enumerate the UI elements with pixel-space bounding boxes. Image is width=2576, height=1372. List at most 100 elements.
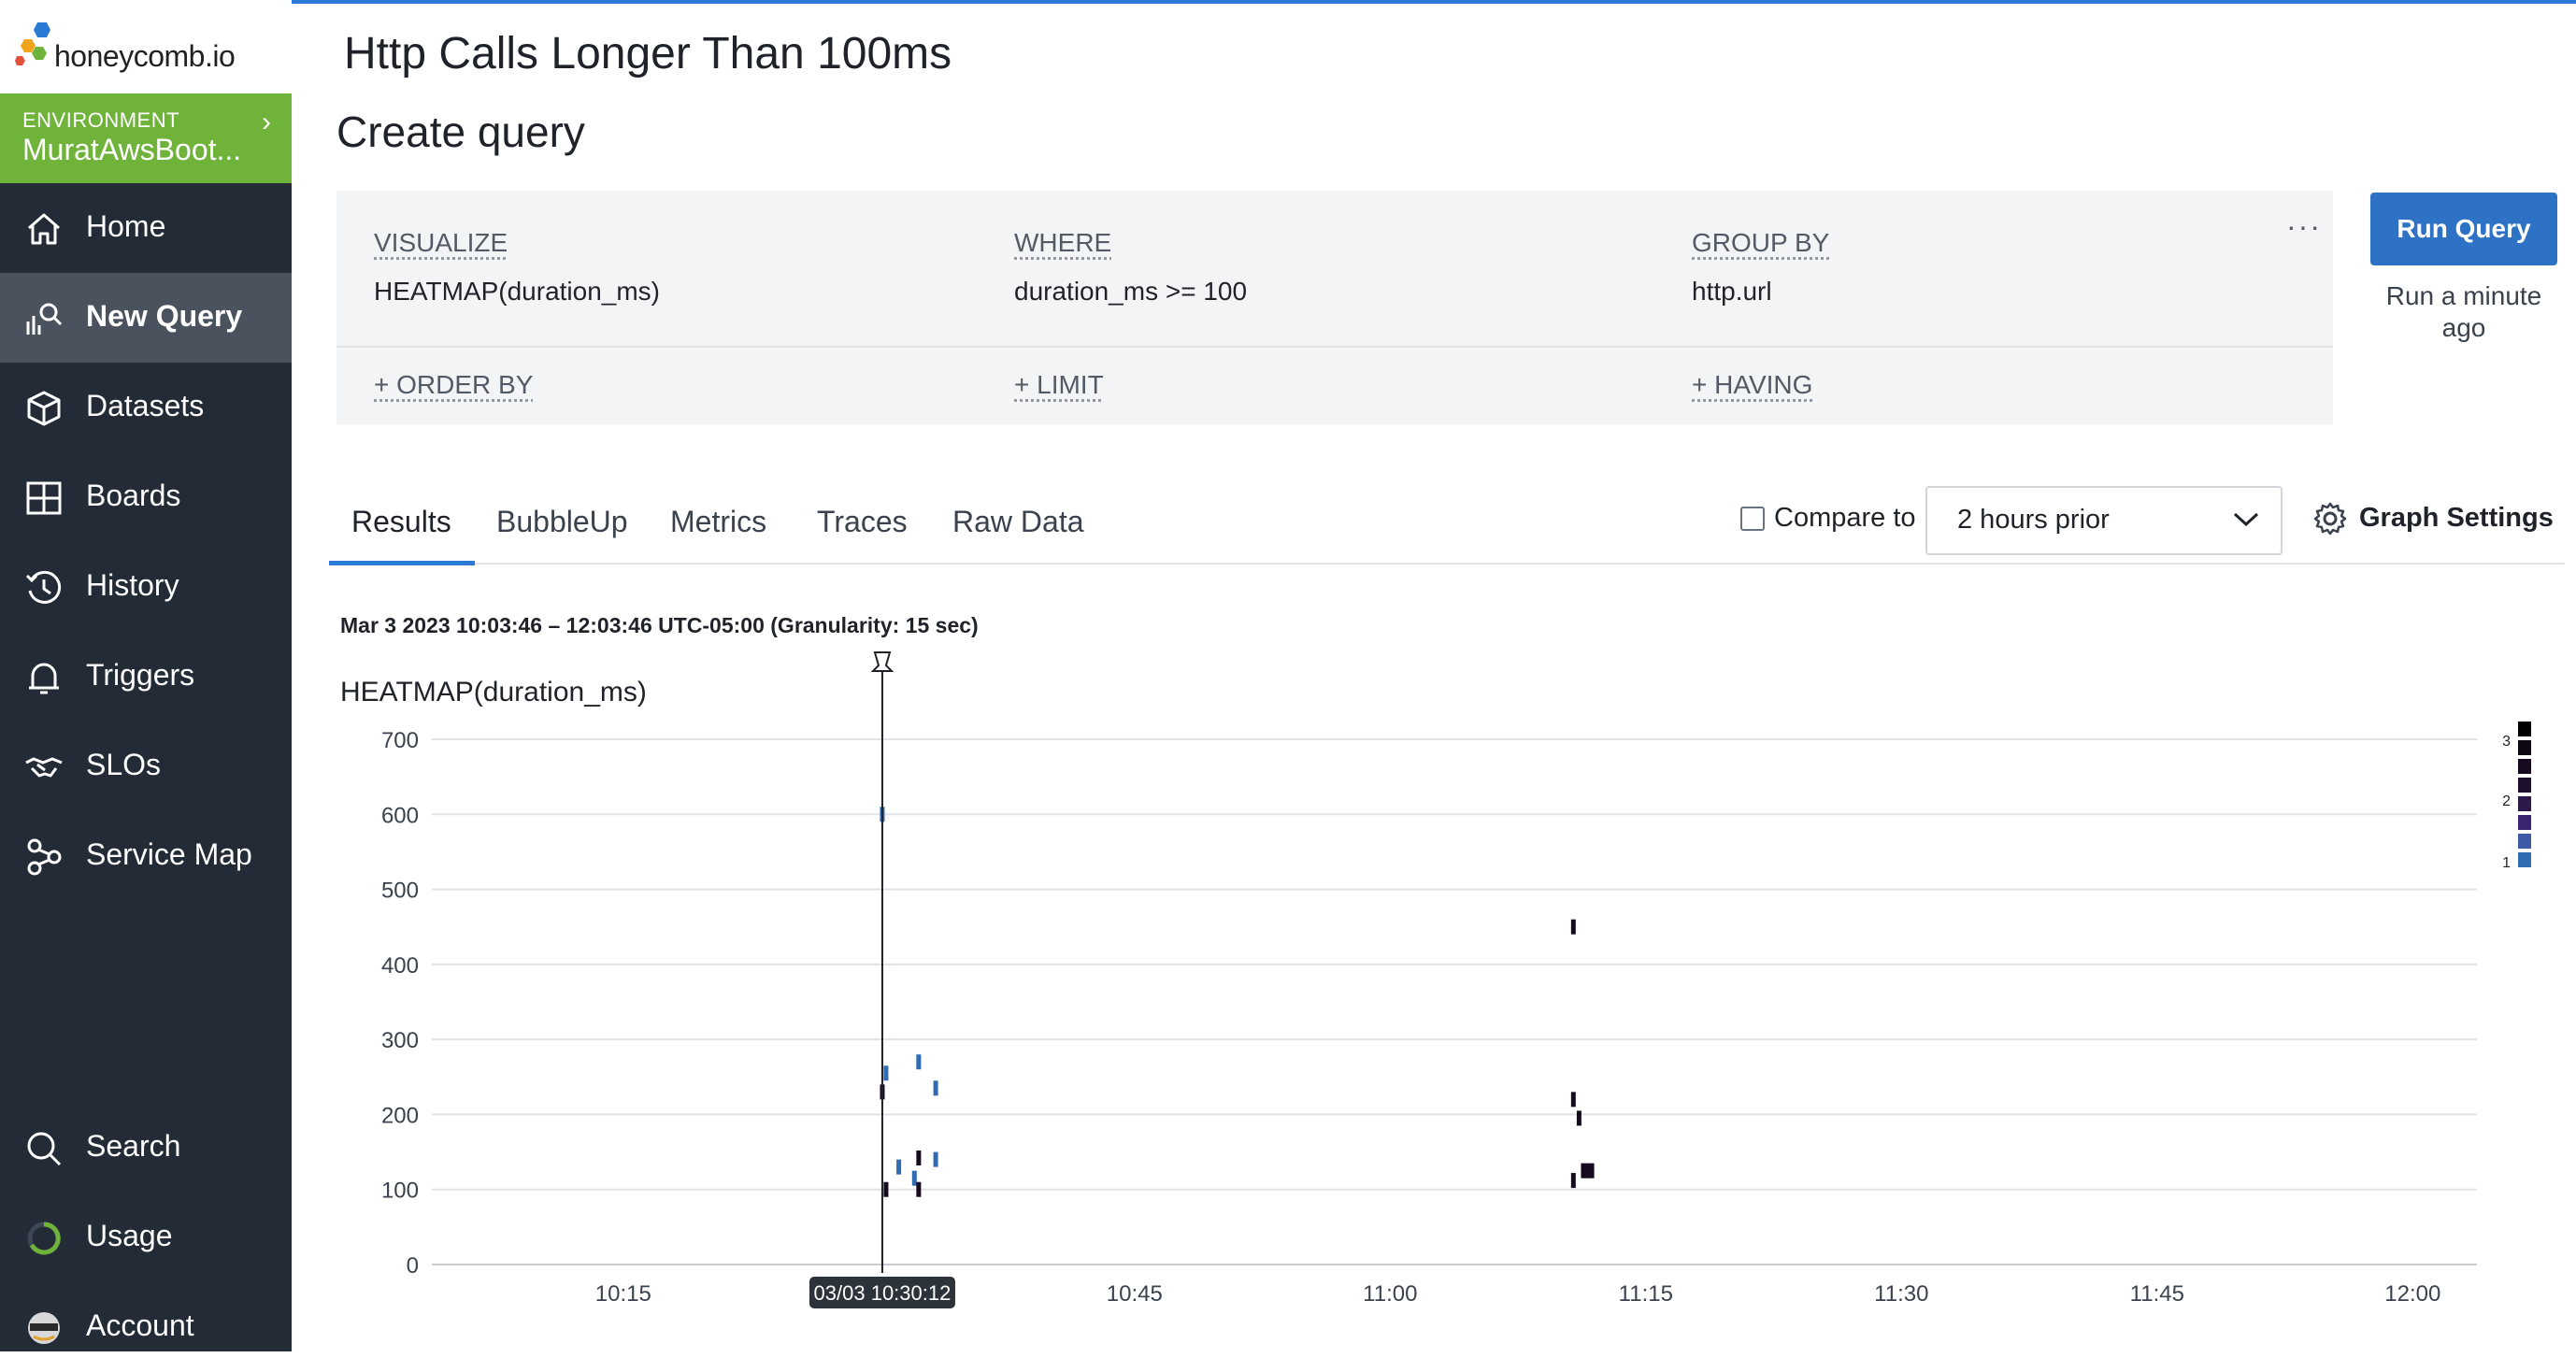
group-by-label[interactable]: GROUP BY (1692, 228, 1829, 258)
y-tick-label: 100 (381, 1179, 419, 1204)
nav-search-label: Search (86, 1129, 180, 1164)
nav-slos[interactable]: SLOs (0, 722, 292, 811)
where-label[interactable]: WHERE (1014, 228, 1111, 258)
tabs-divider (329, 563, 2565, 565)
heatmap-cell (883, 1065, 888, 1080)
tab-raw-data[interactable]: Raw Data (952, 505, 1084, 539)
tab-metrics[interactable]: Metrics (670, 505, 766, 539)
add-order-by-button[interactable]: + ORDER BY (374, 370, 533, 400)
active-tab-indicator (329, 561, 475, 565)
x-tick-label: 11:00 (1363, 1281, 1417, 1307)
heatmap-cell (916, 1182, 921, 1197)
heatmap-cell (1571, 1092, 1576, 1107)
x-tick-label: 12:00 (2384, 1281, 2440, 1307)
environment-selector[interactable]: ENVIRONMENT MuratAwsBoot... › (0, 93, 292, 183)
bell-icon (24, 658, 64, 697)
time-marker-label: 03/03 10:30:12 (814, 1281, 952, 1305)
visualize-value[interactable]: HEATMAP(duration_ms) (374, 277, 660, 307)
heatmap-cell (916, 1150, 921, 1165)
y-tick-label: 400 (381, 953, 419, 979)
heatmap-cell (1571, 920, 1576, 935)
heatmap-cell (916, 1054, 921, 1069)
add-having-button[interactable]: + HAVING (1692, 370, 1812, 400)
legend-swatch (2518, 778, 2531, 793)
legend-label: 3 (2502, 734, 2511, 750)
top-accent-line (0, 0, 2576, 4)
heatmap-cell (896, 1160, 901, 1175)
compare-period-value: 2 hours prior (1957, 505, 2110, 536)
more-options-button[interactable]: ··· (2286, 209, 2322, 244)
compare-checkbox[interactable] (1740, 507, 1765, 531)
nav-usage-label: Usage (86, 1219, 173, 1253)
legend-swatch (2518, 815, 2531, 830)
compare-label[interactable]: Compare to (1774, 503, 1916, 534)
legend-swatch (2518, 759, 2531, 774)
nav-usage[interactable]: Usage (0, 1193, 292, 1282)
time-range-text: Mar 3 2023 10:03:46 – 12:03:46 UTC-05:00… (340, 613, 979, 638)
y-tick-label: 600 (381, 803, 419, 828)
nav-slos-label: SLOs (86, 748, 161, 782)
dataset-cube-icon (24, 389, 64, 428)
nav-search[interactable]: Search (0, 1103, 292, 1193)
nav-triggers[interactable]: Triggers (0, 632, 292, 722)
query-icon (24, 299, 64, 338)
tab-traces[interactable]: Traces (817, 505, 908, 539)
boards-grid-icon (24, 479, 64, 518)
graph-settings-button[interactable]: Graph Settings (2359, 503, 2554, 534)
x-tick-label: 11:45 (2130, 1281, 2184, 1307)
nav-triggers-label: Triggers (86, 658, 194, 693)
legend-label: 2 (2502, 793, 2511, 809)
handshake-icon (24, 748, 64, 787)
heatmap-cell (934, 1080, 938, 1095)
visualize-label[interactable]: VISUALIZE (374, 228, 508, 258)
y-tick-label: 700 (381, 728, 419, 753)
service-map-icon (24, 837, 64, 877)
page-title[interactable]: Http Calls Longer Than 100ms (344, 28, 952, 79)
run-query-button[interactable]: Run Query (2370, 193, 2557, 265)
legend-swatch (2518, 834, 2531, 849)
logo[interactable]: honeycomb.io (0, 0, 292, 93)
time-marker-badge (809, 1277, 955, 1308)
heatmap-cell (883, 1182, 888, 1197)
pin-icon (873, 652, 892, 671)
heatmap-cell (1581, 1164, 1585, 1179)
nav-datasets[interactable]: Datasets (0, 363, 292, 452)
nav-home-label: Home (86, 209, 165, 244)
x-tick-label: 11:15 (1619, 1281, 1673, 1307)
nav-history-label: History (86, 568, 179, 603)
y-tick-label: 500 (381, 879, 419, 904)
nav-home[interactable]: Home (0, 183, 292, 273)
compare-period-select[interactable]: 2 hours prior (1925, 486, 2283, 555)
last-run-text: Run a minute ago (2370, 280, 2557, 344)
legend-label: 1 (2502, 855, 2511, 871)
honeycomb-logo-icon (15, 19, 56, 79)
legend-swatch (2518, 852, 2531, 867)
nav-boards-label: Boards (86, 479, 180, 513)
page-subtitle: Create query (336, 107, 585, 157)
nav-new-query[interactable]: New Query (0, 273, 292, 363)
heatmap-cell (1571, 1173, 1576, 1188)
heatmap-cell (1590, 1164, 1595, 1179)
nav-service-map[interactable]: Service Map (0, 811, 292, 901)
x-tick-label: 11:30 (1874, 1281, 1928, 1307)
nav-account[interactable]: Account (0, 1282, 292, 1372)
history-clock-icon (24, 568, 64, 607)
y-tick-label: 300 (381, 1028, 419, 1053)
heatmap-cell (1577, 1110, 1581, 1125)
nav-service-map-label: Service Map (86, 837, 252, 872)
where-value[interactable]: duration_ms >= 100 (1014, 277, 1247, 307)
heatmap-cell (1585, 1164, 1590, 1179)
heatmap-cell (880, 1084, 884, 1099)
add-limit-button[interactable]: + LIMIT (1014, 370, 1104, 400)
nav-new-query-label: New Query (86, 299, 242, 334)
group-by-value[interactable]: http.url (1692, 277, 1772, 307)
legend-swatch (2518, 740, 2531, 755)
tab-bubbleup[interactable]: BubbleUp (496, 505, 628, 539)
gear-icon[interactable] (2312, 501, 2348, 536)
search-icon (24, 1129, 64, 1168)
nav-history[interactable]: History (0, 542, 292, 632)
nav-boards[interactable]: Boards (0, 452, 292, 542)
tab-results[interactable]: Results (351, 505, 451, 539)
legend-swatch (2518, 722, 2531, 736)
nav-account-label: Account (86, 1308, 194, 1343)
